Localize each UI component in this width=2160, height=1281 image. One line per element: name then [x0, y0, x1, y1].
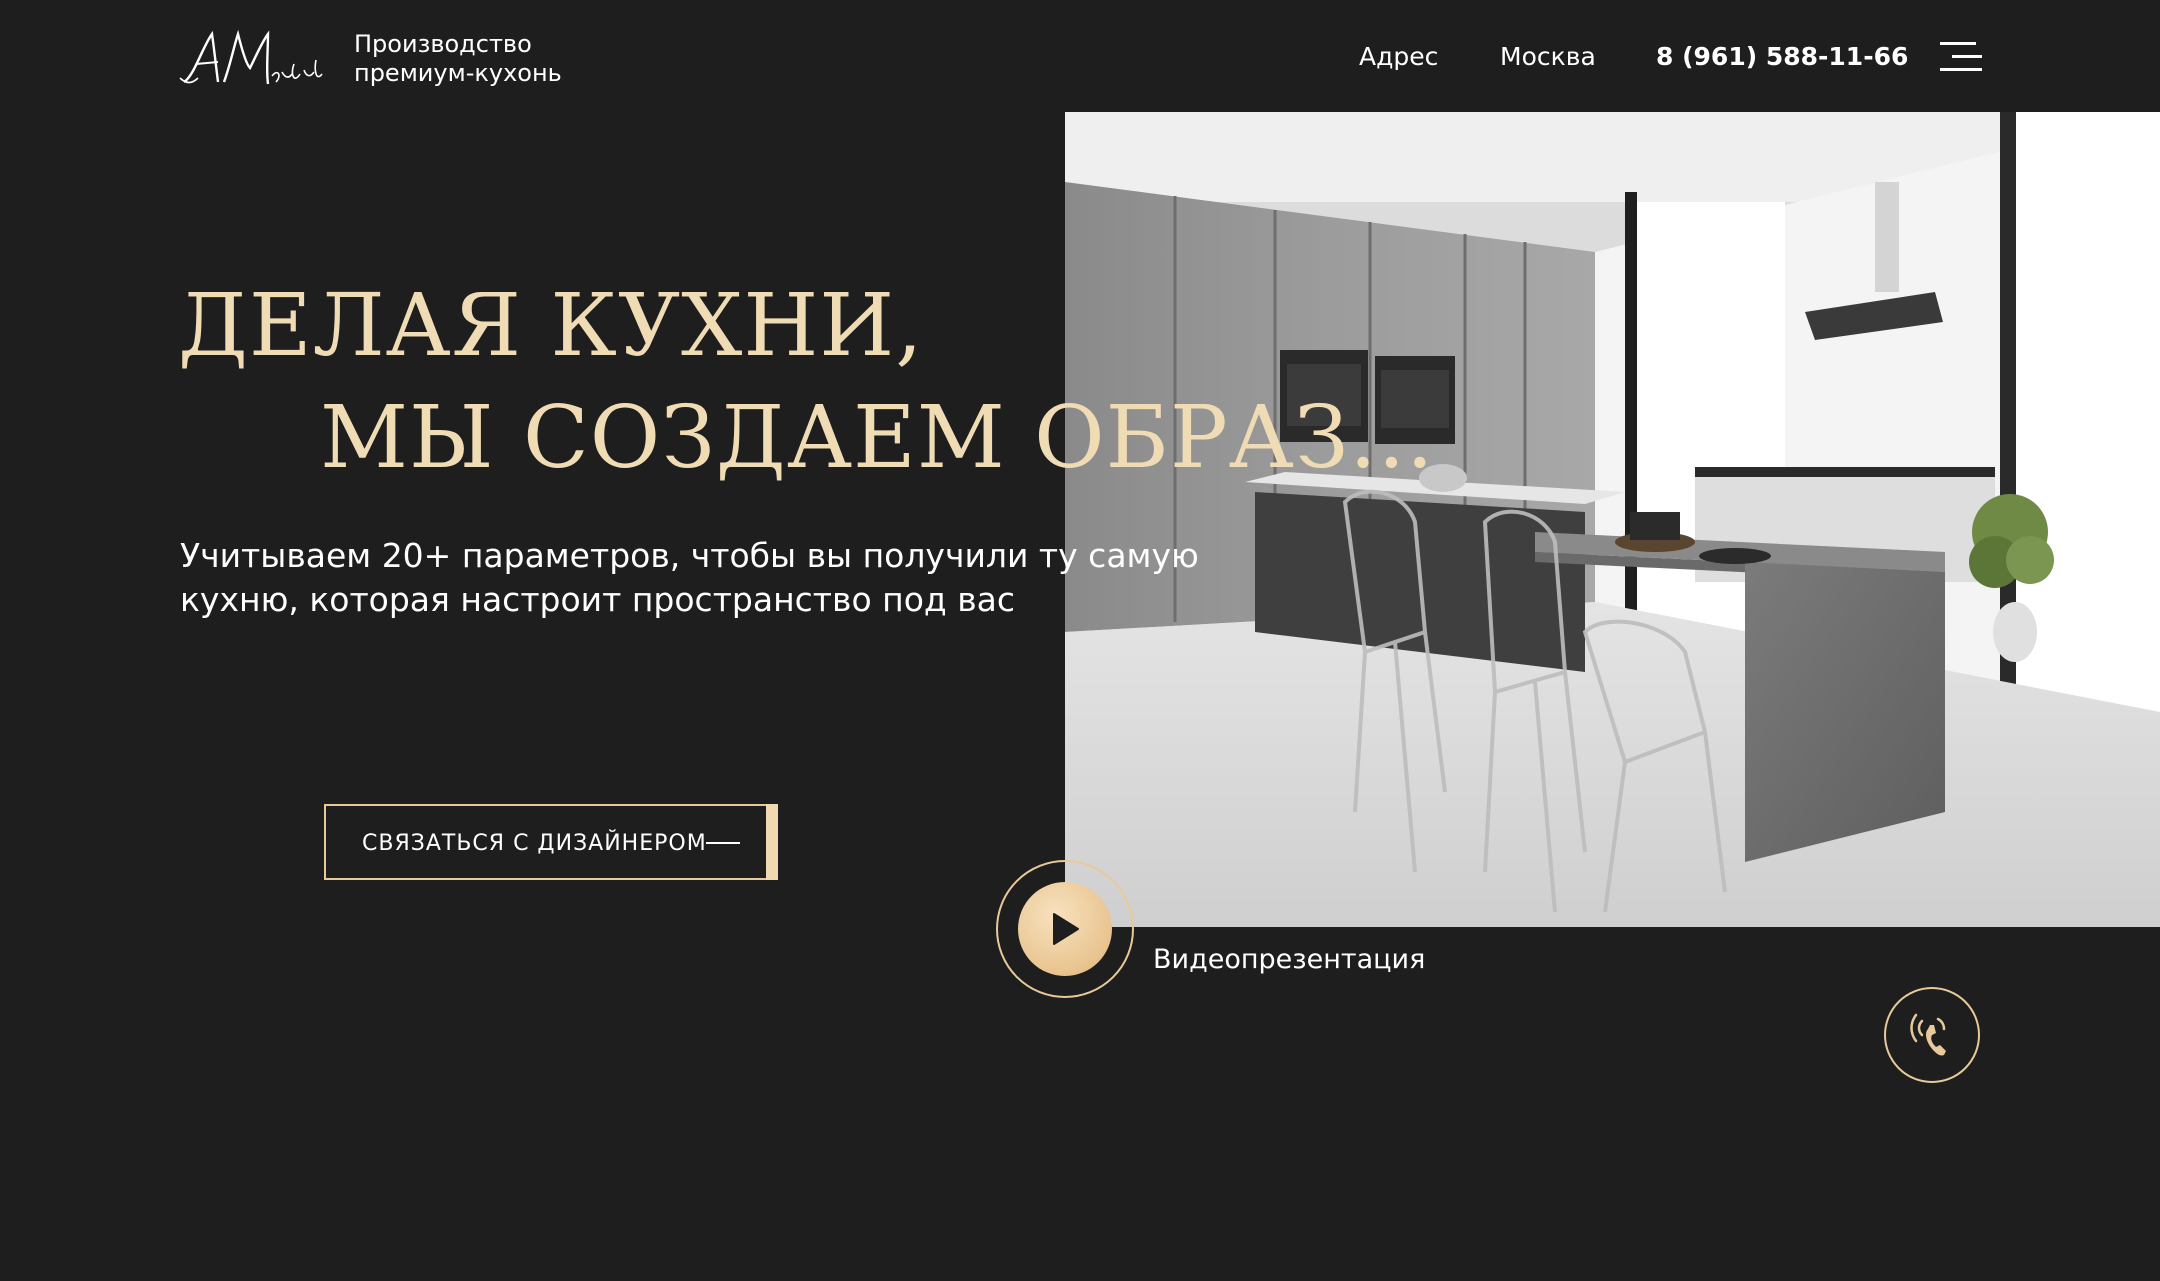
- video-play-button[interactable]: [996, 860, 1134, 998]
- cta-label: СВЯЗАТЬСЯ С ДИЗАЙНЕРОМ: [362, 831, 707, 856]
- nav-address-link[interactable]: Адрес: [1359, 42, 1438, 72]
- hero-headline: ДЕЛАЯ КУХНИ, МЫ СОЗДАЕМ ОБРАЗ...: [178, 270, 1434, 494]
- nav-city-link[interactable]: Москва: [1500, 42, 1596, 72]
- contact-designer-button[interactable]: СВЯЗАТЬСЯ С ДИЗАЙНЕРОМ: [324, 804, 778, 880]
- video-presentation-label[interactable]: Видеопрезентация: [1153, 944, 1425, 975]
- arrow-dash-icon: [706, 842, 740, 844]
- tagline-line1: Производство: [354, 30, 532, 58]
- headline-line2: МЫ СОЗДАЕМ ОБРАЗ...: [320, 388, 1435, 488]
- company-tagline: Производство премиум-кухонь: [354, 30, 562, 88]
- logo[interactable]: [178, 26, 326, 92]
- landing-page: Производство премиум-кухонь Адрес Москва…: [0, 0, 2160, 1281]
- menu-line: [1940, 42, 1976, 45]
- headline-line1: ДЕЛАЯ КУХНИ,: [178, 276, 924, 376]
- call-button[interactable]: [1884, 987, 1980, 1083]
- logo-mark: [179, 29, 323, 85]
- play-button-core: [1018, 882, 1112, 976]
- cta-accent-bar: [766, 804, 778, 880]
- play-icon: [1053, 913, 1079, 945]
- hero-subtitle: Учитываем 20+ параметров, чтобы вы получ…: [180, 536, 1199, 619]
- kitchen-interior-photo: [1065, 112, 2160, 927]
- phone-icon: [1910, 1013, 1946, 1056]
- nav-phone-link[interactable]: 8 (961) 588-11-66: [1656, 42, 1908, 72]
- menu-line: [1940, 68, 1982, 71]
- hamburger-menu-icon[interactable]: [1940, 42, 1982, 72]
- menu-line: [1952, 55, 1982, 58]
- tagline-line2: премиум-кухонь: [354, 59, 562, 87]
